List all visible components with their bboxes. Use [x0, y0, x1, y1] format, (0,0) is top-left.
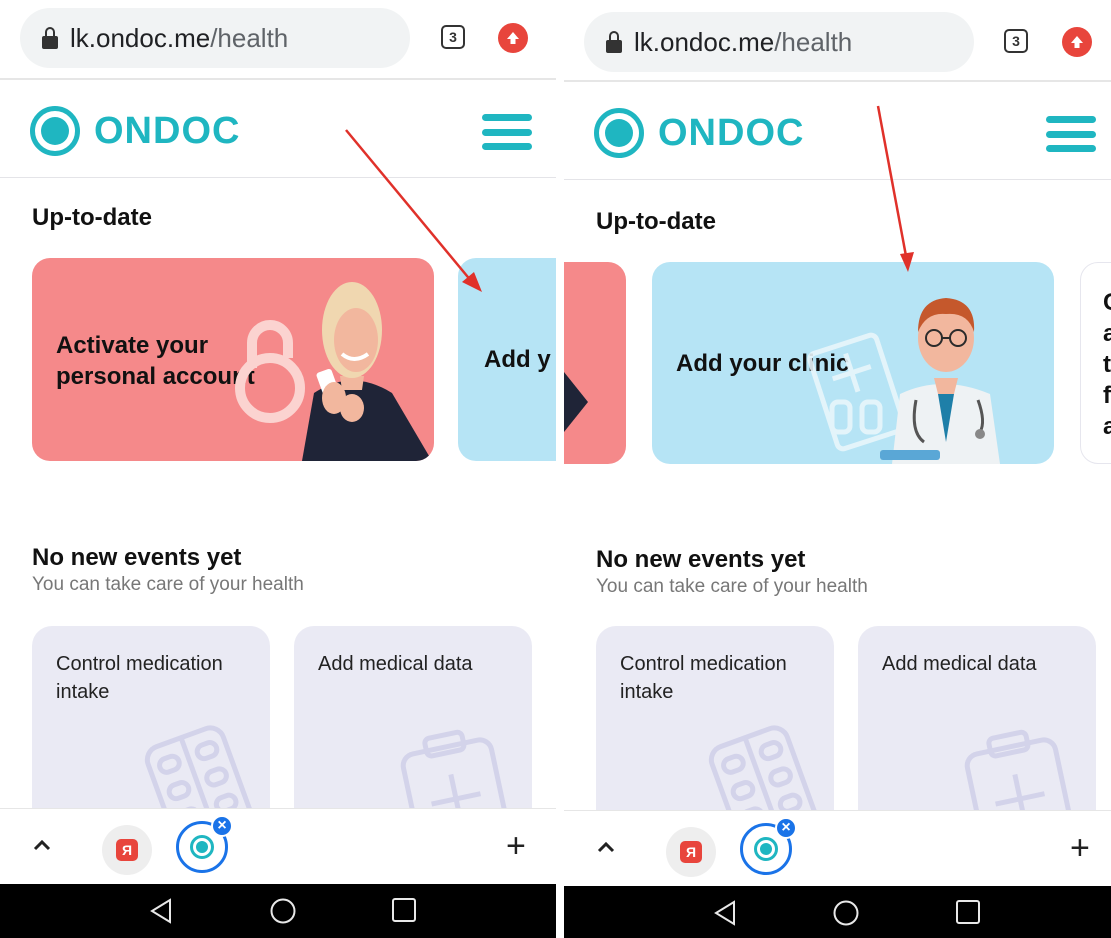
yandex-glyph: Я [116, 839, 138, 861]
up-to-date-title: Up-to-date [32, 204, 152, 231]
browser-toolbar: lk.ondoc.me/health 3 [0, 0, 556, 80]
menu-icon[interactable] [482, 114, 532, 150]
site-header: ONDOC [564, 82, 1111, 180]
card-label-line4: f [1103, 382, 1111, 409]
update-icon[interactable] [498, 23, 528, 53]
plus-icon[interactable]: + [506, 829, 526, 863]
url-path: /health [774, 26, 853, 57]
browser-bottom-toolbar: Я × + [0, 808, 556, 884]
events-subtitle: You can take care of your health [596, 576, 868, 597]
recents-icon[interactable] [955, 899, 981, 925]
card-label-line1: C [1103, 287, 1111, 318]
card-label-line1: Add medical data [882, 653, 1037, 675]
events-subtitle: You can take care of your health [32, 574, 304, 595]
card-illustration-fragment [564, 372, 588, 432]
card-label-fragment: C a t f a [1103, 287, 1111, 442]
card-label: Add y [484, 346, 551, 373]
url-text: lk.ondoc.me/health [70, 23, 288, 54]
card-label: Add medical data [318, 650, 473, 678]
logo-text: ONDOC [94, 109, 241, 152]
add-clinic-card[interactable]: Add y [458, 258, 556, 461]
lock-icon [606, 31, 622, 53]
card-label: Add medical data [882, 650, 1037, 678]
woman-with-phone-illustration [235, 282, 432, 461]
logo-mark-icon [594, 108, 644, 158]
browser-bottom-toolbar: Я × + [564, 810, 1111, 886]
screen-right: lk.ondoc.me/health 3 ONDOC Up-to-date Ad… [564, 0, 1111, 938]
events-title: No new events yet [596, 546, 806, 573]
chevron-up-icon[interactable] [32, 835, 52, 855]
card-label-line1: Add medical data [318, 653, 473, 675]
yandex-glyph: Я [680, 841, 702, 863]
logo-mark-icon [30, 106, 80, 156]
home-icon[interactable] [832, 899, 860, 927]
card-label-line1: Control medication [620, 653, 787, 675]
android-nav-bar [0, 884, 556, 938]
url-text: lk.ondoc.me/health [634, 27, 852, 58]
address-bar[interactable]: lk.ondoc.me/health [20, 8, 410, 68]
add-medical-data-card[interactable]: Add medical data [294, 626, 532, 836]
back-icon[interactable] [712, 899, 738, 927]
add-clinic-card[interactable]: Add your clinic [652, 262, 1054, 464]
activate-account-card[interactable]: Activate your personal account [32, 258, 434, 461]
card-label-line2: a [1103, 318, 1111, 349]
screen-divider [556, 0, 564, 938]
plus-icon[interactable]: + [1070, 831, 1090, 865]
card-label-line2: intake [56, 681, 110, 703]
up-to-date-title: Up-to-date [596, 208, 716, 235]
url-host: lk.ondoc.me [634, 26, 775, 57]
ondoc-logo[interactable]: ONDOC [30, 106, 240, 156]
card-label-line2: intake [620, 681, 674, 703]
control-medication-card[interactable]: Control medication intake [596, 626, 834, 836]
tabs-count-icon[interactable]: 3 [441, 25, 465, 49]
update-icon[interactable] [1062, 27, 1092, 57]
doctor-illustration [807, 298, 1000, 464]
lock-icon [42, 27, 58, 49]
menu-icon[interactable] [1046, 116, 1096, 152]
control-medication-card[interactable]: Control medication intake [32, 626, 270, 836]
home-icon[interactable] [269, 897, 297, 925]
recents-icon[interactable] [391, 897, 417, 923]
url-host: lk.ondoc.me [70, 22, 211, 53]
card-label-line1: Control medication [56, 653, 223, 675]
back-icon[interactable] [148, 897, 174, 925]
close-icon[interactable]: × [775, 817, 797, 839]
activate-account-card[interactable] [564, 262, 626, 464]
browser-toolbar: lk.ondoc.me/health 3 [564, 0, 1111, 82]
address-bar[interactable]: lk.ondoc.me/health [584, 12, 974, 72]
close-icon[interactable]: × [211, 815, 233, 837]
tabs-count-icon[interactable]: 3 [1004, 29, 1028, 53]
next-card[interactable]: C a t f a [1080, 262, 1111, 464]
add-medical-data-card[interactable]: Add medical data [858, 626, 1096, 836]
url-path: /health [210, 22, 289, 53]
android-nav-bar [564, 886, 1111, 938]
screen-left: lk.ondoc.me/health 3 ONDOC Up-to-date Ac… [0, 0, 556, 938]
card-label: Control medication intake [620, 650, 787, 706]
yandex-tab-icon[interactable]: Я [102, 825, 152, 875]
card-label: Control medication intake [56, 650, 223, 706]
card-label-line3: t [1103, 351, 1111, 378]
site-header: ONDOC [0, 80, 556, 178]
logo-text: ONDOC [658, 111, 805, 154]
card-label-line5: a [1103, 411, 1111, 442]
ondoc-logo[interactable]: ONDOC [594, 108, 804, 158]
yandex-tab-icon[interactable]: Я [666, 827, 716, 877]
events-title: No new events yet [32, 544, 242, 571]
chevron-up-icon[interactable] [596, 837, 616, 857]
